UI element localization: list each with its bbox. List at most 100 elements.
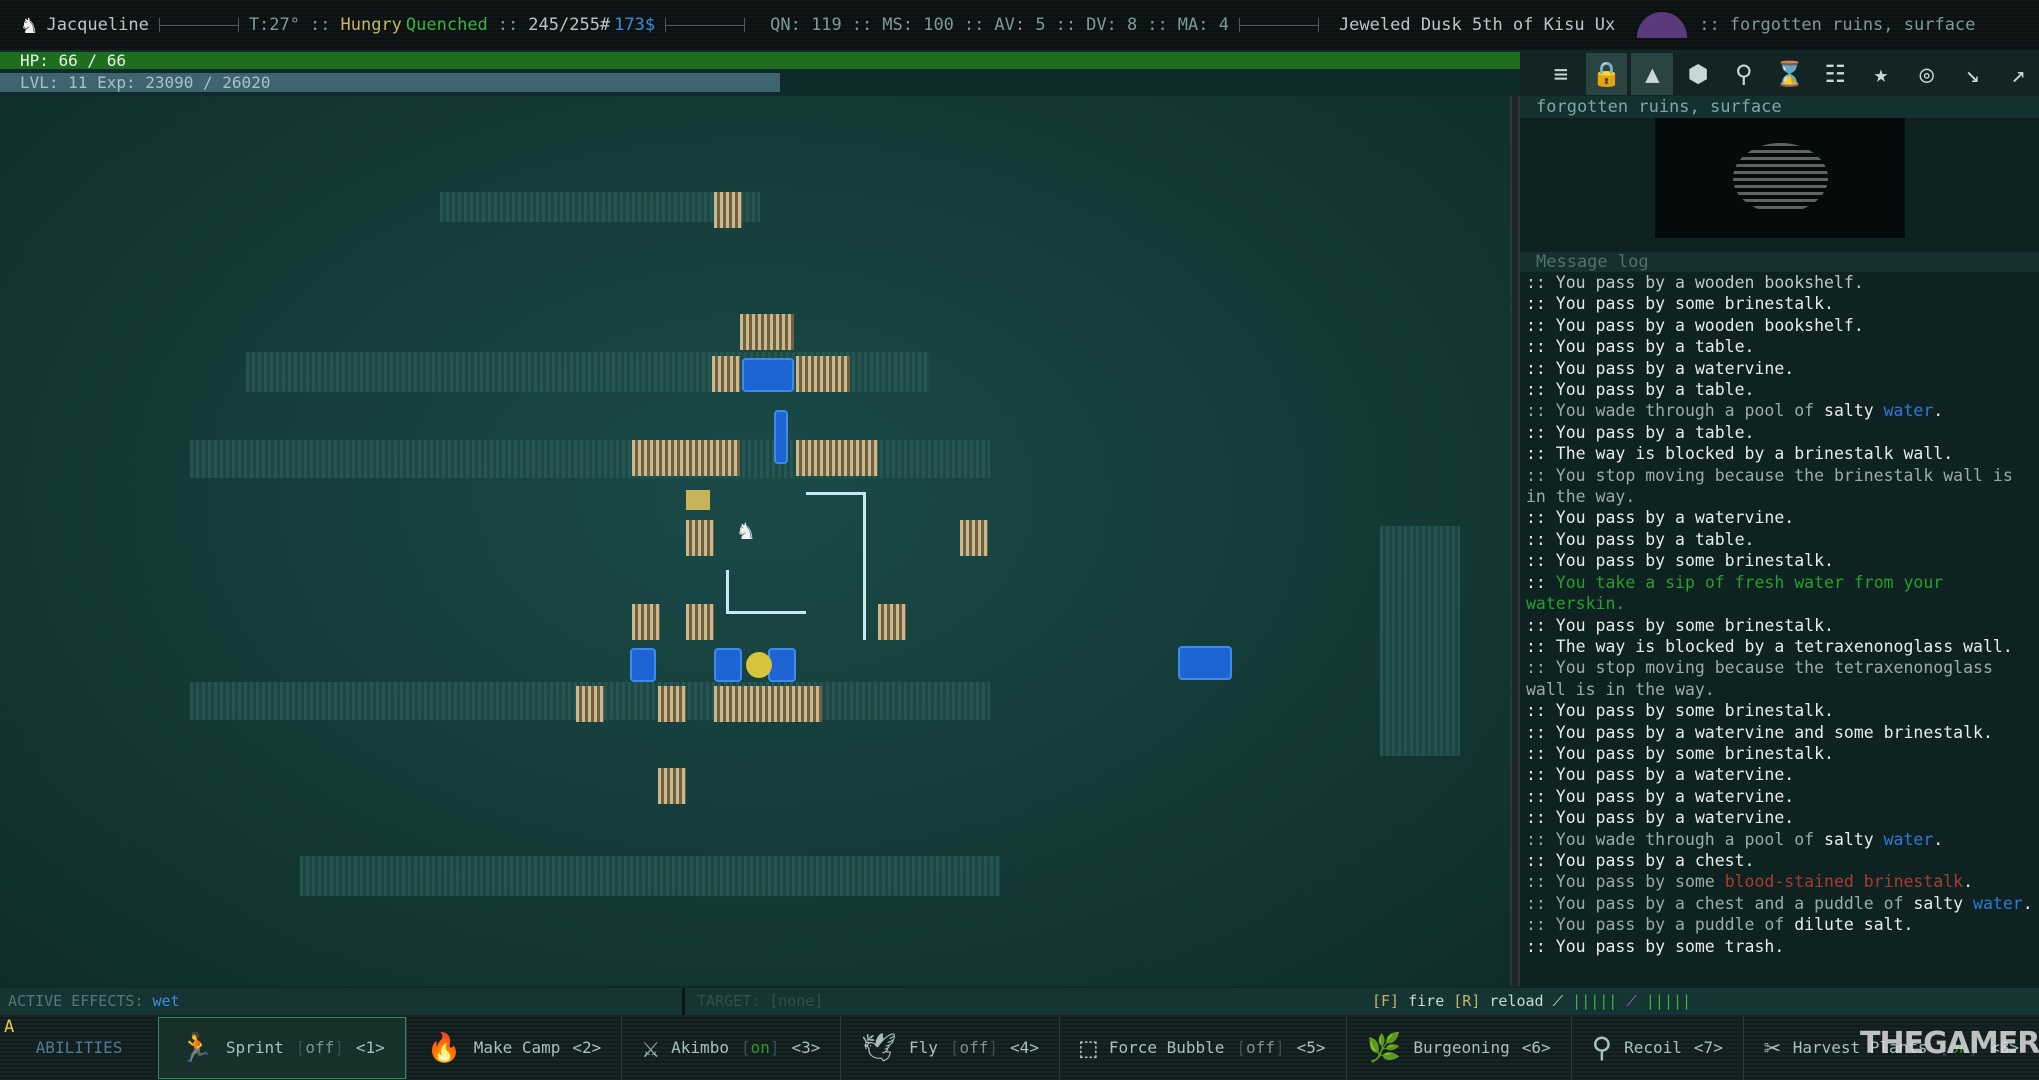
minimap-area (1732, 143, 1828, 213)
wings-icon: 🕊 (861, 1031, 897, 1064)
separator: :: (1147, 15, 1168, 35)
log-text: dilute salt. (1794, 915, 1914, 935)
separator: :: (851, 15, 873, 35)
log-entry: :: You pass by some brinestalk. (1526, 700, 2033, 721)
separator: :: (1055, 15, 1077, 35)
water-pool (1178, 646, 1232, 680)
menu-icon[interactable]: ≡ (1540, 53, 1582, 95)
log-text: :: You pass by a puddle of (1526, 915, 1795, 935)
log-entry: :: You pass by some brinestalk. (1526, 293, 2033, 314)
abilities-hotkey: A (4, 1017, 15, 1037)
log-text: :: You wade through a pool of (1526, 829, 1825, 849)
log-entry: :: You pass by a table. (1526, 529, 2033, 550)
log-entry: :: You stop moving because the tetraxeno… (1526, 657, 2033, 700)
log-entry: :: You pass by a table. (1526, 422, 2033, 443)
ability-state[interactable]: [on] (741, 1038, 780, 1057)
character-sheet-icon[interactable]: ☷ (1814, 53, 1856, 95)
ability-burgeoning[interactable]: 🌿 Burgeoning <6> (1345, 1016, 1571, 1079)
log-text: :: You pass by a watervine. (1526, 808, 1795, 828)
ability-state[interactable]: [off] (296, 1038, 344, 1057)
watermark-logo: THEGAMER (1860, 1026, 2039, 1061)
separator: :: (310, 15, 331, 35)
effects-bar: ACTIVE EFFECTS: wet TARGET: [none] [F] f… (0, 988, 2039, 1015)
magnifier-icon[interactable]: ⚲ (1723, 53, 1765, 95)
chest-icon (686, 490, 710, 510)
log-entry: :: You pass by some blood-stained brines… (1526, 871, 2033, 892)
harvest-icon: ✂ (1763, 1031, 1781, 1064)
pistol-icon: ⟋ (1552, 992, 1564, 1010)
hunger-status: Hungry (340, 15, 402, 35)
mental-armor: MA: 4 (1177, 15, 1229, 35)
log-entry: :: You wade through a pool of salty wate… (1526, 829, 2033, 850)
log-entry: :: You pass by a watervine. (1526, 507, 2033, 528)
ammo-gauge: ||||| (1645, 992, 1692, 1010)
ability-state[interactable]: [off] (950, 1038, 998, 1057)
ability-force-bubble[interactable]: ⬚ Force Bubble [off] <5> (1058, 1016, 1346, 1079)
abilities-bar: A ABILITIES 🏃 Sprint [off] <1> 🔥 Make Camp <2>… (0, 1015, 2039, 1080)
log-text: :: You pass by a table. (1526, 337, 1755, 357)
message-log[interactable]: :: You pass by a wooden bookshelf.:: You… (1520, 272, 2039, 992)
log-text: :: You pass by a chest and a puddle of (1526, 893, 1914, 913)
log-entry: :: You pass by a wooden bookshelf. (1526, 315, 2033, 336)
log-text: :: (1526, 572, 1556, 592)
ability-recoil[interactable]: ⚲ Recoil <7> (1570, 1016, 1743, 1079)
log-entry: :: You pass by some brinestalk. (1526, 743, 2033, 764)
fire-key[interactable]: [F] (1372, 992, 1399, 1010)
minimap-location: forgotten ruins, surface (1520, 96, 2039, 118)
compass-icon[interactable]: ◎ (1906, 53, 1948, 95)
log-entry: :: You pass by a chest and a puddle of s… (1526, 893, 2033, 914)
log-text: :: You pass by a watervine. (1526, 358, 1795, 378)
log-text: water (1883, 401, 1934, 421)
log-entry: :: You pass by some brinestalk. (1526, 615, 2033, 636)
ability-sprint[interactable]: 🏃 Sprint [off] <1> (158, 1016, 406, 1079)
game-map[interactable]: ♞ (0, 96, 1510, 986)
player-character-icon: ♞ (738, 516, 754, 546)
log-entry: :: You pass by a watervine. (1526, 786, 2033, 807)
ability-state[interactable]: [off] (1236, 1038, 1284, 1057)
sprint-icon: 🏃 (179, 1031, 214, 1064)
target-status: TARGET: [none] (682, 988, 1358, 1015)
campfire-icon: 🔥 (426, 1031, 462, 1064)
log-text: :: You pass by some brinestalk. (1526, 294, 1834, 314)
message-log-title: Message log (1520, 252, 2039, 272)
ability-fly[interactable]: 🕊 Fly [off] <4> (840, 1016, 1059, 1079)
ability-make-camp[interactable]: 🔥 Make Camp <2> (405, 1016, 621, 1079)
ability-hotkey: <2> (572, 1038, 602, 1057)
player-avatar-icon: ♞ (22, 11, 37, 39)
minimap[interactable] (1655, 118, 1905, 238)
abilities-title[interactable]: ABILITIES (0, 1038, 158, 1057)
stairs-up-icon[interactable]: ↗ (1997, 53, 2039, 95)
log-text: :: You pass by some brinestalk. (1526, 615, 1834, 635)
active-effect-wet: wet (152, 992, 180, 1010)
log-entry: :: The way is blocked by a brinestalk wa… (1526, 443, 2033, 464)
cube-icon[interactable]: ⬢ (1677, 53, 1719, 95)
log-text: You take a sip of fresh water from your … (1526, 572, 1954, 614)
lock-icon[interactable]: 🔒 (1585, 53, 1628, 95)
log-text: salty (1824, 401, 1884, 421)
log-text: water (1883, 829, 1934, 849)
log-entry: :: You pass by a puddle of dilute salt. (1526, 914, 2033, 935)
separator: :: (963, 15, 985, 35)
ability-akimbo[interactable]: ⚔ Akimbo [on] <3> (621, 1016, 840, 1079)
hp-bar: HP: 66 / 66 (0, 52, 1536, 69)
toolbar: ≡ 🔒 ▲ ⬢ ⚲ ⌛ ☷ ★ ◎ ↘ ↗ (1520, 52, 2039, 96)
log-entry: :: You pass by a watervine. (1526, 807, 2033, 828)
ability-hotkey: <1> (355, 1038, 385, 1057)
ability-name: Recoil (1624, 1038, 1682, 1057)
reload-key[interactable]: [R] (1453, 992, 1480, 1010)
thirst-status: Quenched (405, 15, 488, 35)
ability-hotkey: <3> (791, 1038, 821, 1057)
log-text: :: You pass by a wooden bookshelf. (1526, 315, 1864, 335)
separator: :: (1699, 15, 1720, 35)
hourglass-icon[interactable]: ⌛ (1769, 53, 1811, 95)
log-text: :: The way is blocked by a brinestalk wa… (1526, 444, 1954, 464)
recoil-icon: ⚲ (1591, 1031, 1613, 1064)
fire-label[interactable]: fire (1408, 992, 1444, 1010)
reload-label[interactable]: reload (1489, 992, 1543, 1010)
map-log-divider[interactable] (1510, 96, 1520, 986)
star-icon[interactable]: ★ (1860, 53, 1902, 95)
log-entry: :: You pass by a wooden bookshelf. (1526, 272, 2033, 293)
ability-hotkey: <7> (1693, 1038, 1723, 1057)
navigation-icon[interactable]: ▲ (1631, 53, 1674, 95)
stairs-down-icon[interactable]: ↘ (1952, 53, 1994, 95)
